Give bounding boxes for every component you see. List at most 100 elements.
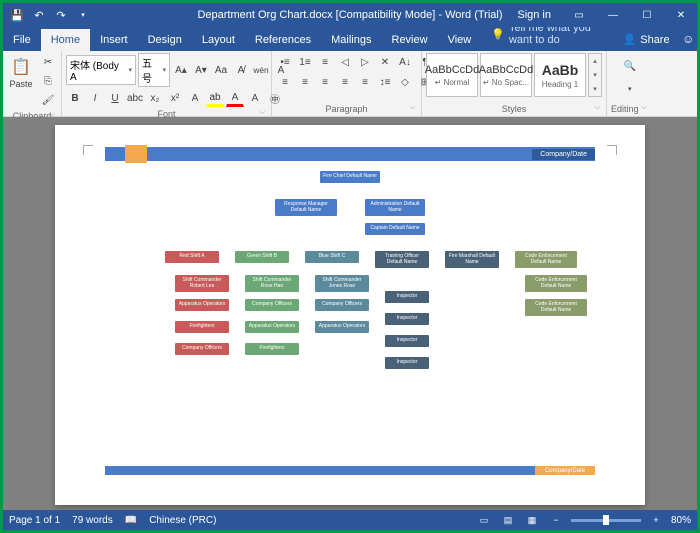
- tab-view[interactable]: View: [438, 29, 482, 51]
- tab-references[interactable]: References: [245, 29, 321, 51]
- node-blue-shift[interactable]: Blue Shift C: [305, 251, 359, 263]
- node-green-shift[interactable]: Green Shift B: [235, 251, 289, 263]
- node[interactable]: Company Officers: [175, 343, 229, 355]
- superscript-button[interactable]: x²: [166, 89, 184, 107]
- underline-button[interactable]: U: [106, 89, 124, 107]
- web-layout-icon[interactable]: ▦: [523, 513, 541, 527]
- node[interactable]: Code Enforcement Default Name: [525, 275, 587, 292]
- zoom-level[interactable]: 80%: [671, 515, 691, 526]
- word-count[interactable]: 79 words: [72, 515, 113, 526]
- sort-button[interactable]: A↓: [396, 53, 414, 71]
- node[interactable]: Firefighters: [245, 343, 299, 355]
- cut-button[interactable]: ✂: [39, 53, 57, 71]
- style-normal[interactable]: AaBbCcDd ↵ Normal: [426, 53, 478, 97]
- node[interactable]: Apparatus Operators: [175, 299, 229, 311]
- node-captain[interactable]: Captain Default Name: [365, 223, 425, 235]
- tab-home[interactable]: Home: [41, 29, 90, 51]
- zoom-out-button[interactable]: −: [547, 513, 565, 527]
- redo-icon[interactable]: ↷: [53, 7, 69, 23]
- shading-button[interactable]: ◇: [396, 73, 414, 91]
- italic-button[interactable]: I: [86, 89, 104, 107]
- node[interactable]: Code Enforcement Default Name: [525, 299, 587, 316]
- document-page[interactable]: Company/Date Fire Chief Default Name Res…: [55, 125, 645, 505]
- node[interactable]: Apparatus Operators: [245, 321, 299, 333]
- language-indicator[interactable]: Chinese (PRC): [149, 515, 216, 526]
- print-layout-icon[interactable]: ▤: [499, 513, 517, 527]
- font-family-combo[interactable]: 宋体 (Body A: [66, 55, 136, 85]
- shrink-font-button[interactable]: A▾: [192, 61, 210, 79]
- bullets-button[interactable]: •≡: [276, 53, 294, 71]
- align-right-button[interactable]: ≡: [316, 73, 334, 91]
- org-chart[interactable]: Fire Chief Default Name Response Manager…: [115, 171, 585, 431]
- align-left-button[interactable]: ≡: [276, 73, 294, 91]
- justify-button[interactable]: ≡: [336, 73, 354, 91]
- node-training[interactable]: Training Officer Default Name: [375, 251, 429, 268]
- subscript-button[interactable]: x₂: [146, 89, 164, 107]
- multilevel-button[interactable]: ≡: [316, 53, 334, 71]
- share-button[interactable]: 👤 Share: [613, 28, 680, 51]
- line-spacing-button[interactable]: ↕≡: [376, 73, 394, 91]
- page-indicator[interactable]: Page 1 of 1: [9, 515, 60, 526]
- distributed-button[interactable]: ≡: [356, 73, 374, 91]
- close-icon[interactable]: ✕: [665, 3, 697, 27]
- node-admin[interactable]: Administration Default Name: [365, 199, 425, 216]
- node-marshall[interactable]: Fire Marshall Default Name: [445, 251, 499, 268]
- maximize-icon[interactable]: ☐: [631, 3, 663, 27]
- editing-dropdown[interactable]: ▾: [621, 80, 639, 98]
- node-codeenf[interactable]: Code Enforcement Default Name: [515, 251, 577, 268]
- highlight-button[interactable]: ab: [206, 89, 224, 107]
- node[interactable]: Inspector: [385, 357, 429, 369]
- zoom-slider[interactable]: [571, 519, 641, 522]
- asian-layout-button[interactable]: ✕: [376, 53, 394, 71]
- minimize-icon[interactable]: —: [597, 3, 629, 27]
- numbering-button[interactable]: 1≡: [296, 53, 314, 71]
- decrease-indent-button[interactable]: ◁: [336, 53, 354, 71]
- feedback-smiley-icon[interactable]: ☺: [680, 27, 697, 51]
- clear-format-button[interactable]: A̸: [232, 61, 250, 79]
- tab-layout[interactable]: Layout: [192, 29, 245, 51]
- paste-button[interactable]: 📋 Paste: [7, 53, 35, 91]
- node-response[interactable]: Response Manager Default Name: [275, 199, 337, 216]
- find-button[interactable]: 🔍: [621, 58, 639, 76]
- font-size-combo[interactable]: 五号: [138, 53, 170, 87]
- ribbon-display-icon[interactable]: ▭: [563, 3, 595, 27]
- node[interactable]: Inspector: [385, 313, 429, 325]
- save-icon[interactable]: 💾: [9, 7, 25, 23]
- node[interactable]: Inspector: [385, 335, 429, 347]
- node[interactable]: Shift Commander Jones Rose: [315, 275, 369, 292]
- node-chief[interactable]: Fire Chief Default Name: [320, 171, 380, 183]
- node[interactable]: Shift Commander Rose Han: [245, 275, 299, 292]
- read-mode-icon[interactable]: ▭: [475, 513, 493, 527]
- node[interactable]: Apparatus Operators: [315, 321, 369, 333]
- zoom-thumb[interactable]: [603, 515, 609, 525]
- tab-insert[interactable]: Insert: [90, 29, 138, 51]
- node[interactable]: Company Officers: [315, 299, 369, 311]
- tab-file[interactable]: File: [3, 29, 41, 51]
- tab-design[interactable]: Design: [138, 29, 192, 51]
- style-nospacing[interactable]: AaBbCcDd ↵ No Spac...: [480, 53, 532, 97]
- bold-button[interactable]: B: [66, 89, 84, 107]
- zoom-in-button[interactable]: +: [647, 513, 665, 527]
- font-color-button[interactable]: A: [226, 89, 244, 107]
- change-case-button[interactable]: Aa: [212, 61, 230, 79]
- node[interactable]: Company Officers: [245, 299, 299, 311]
- tab-mailings[interactable]: Mailings: [321, 29, 381, 51]
- node[interactable]: Shift Commander Robert Lee: [175, 275, 229, 292]
- format-painter-button[interactable]: 🖌: [39, 91, 57, 109]
- char-shading-button[interactable]: A: [246, 89, 264, 107]
- styles-more-button[interactable]: ▴▾▾: [588, 53, 602, 97]
- node-red-shift[interactable]: Red Shift A: [165, 251, 219, 263]
- grow-font-button[interactable]: A▴: [172, 61, 190, 79]
- proofing-icon[interactable]: 📖: [125, 515, 137, 526]
- tab-review[interactable]: Review: [382, 29, 438, 51]
- copy-button[interactable]: ⎘: [39, 72, 57, 90]
- sign-in-link[interactable]: Sign in: [507, 9, 561, 21]
- style-heading1[interactable]: AaBb Heading 1: [534, 53, 586, 97]
- strikethrough-button[interactable]: abc: [126, 89, 144, 107]
- document-area[interactable]: Company/Date Fire Chief Default Name Res…: [3, 117, 697, 510]
- node[interactable]: Firefighters: [175, 321, 229, 333]
- align-center-button[interactable]: ≡: [296, 73, 314, 91]
- undo-icon[interactable]: ↶: [31, 7, 47, 23]
- qat-customize-icon[interactable]: ▾: [75, 7, 91, 23]
- node[interactable]: Inspector: [385, 291, 429, 303]
